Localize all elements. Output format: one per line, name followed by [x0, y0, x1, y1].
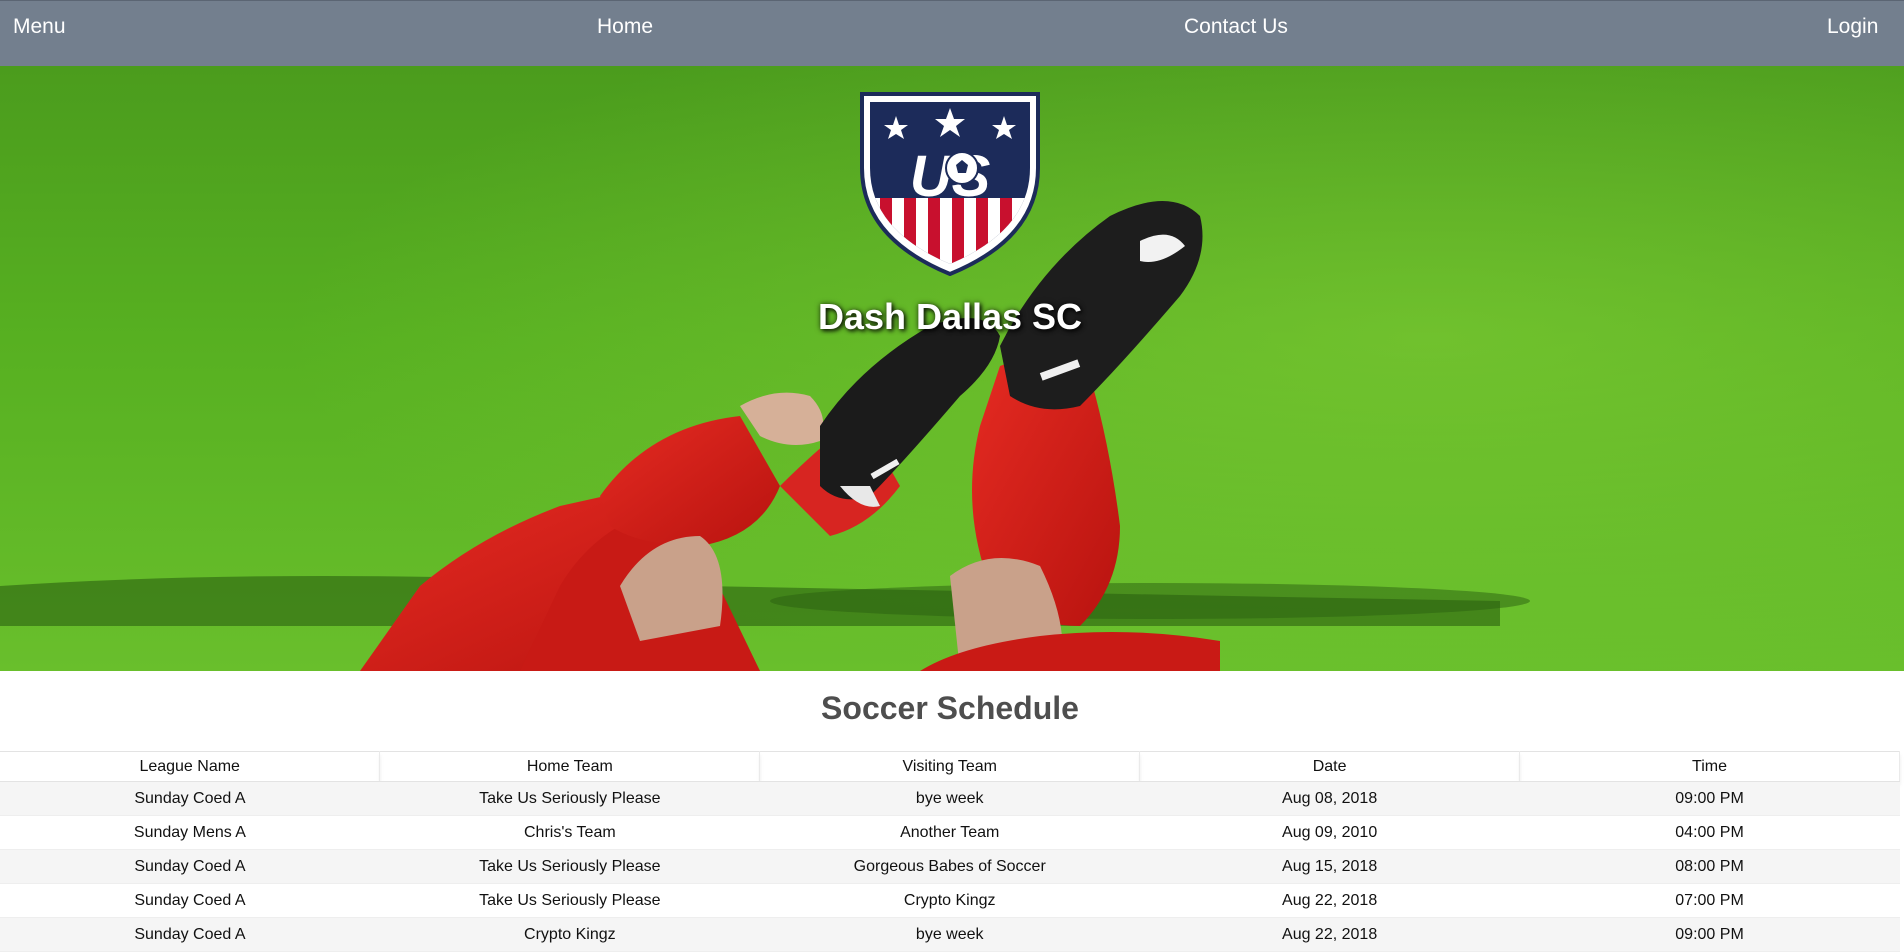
top-navbar: Menu Home Contact Us Login [0, 0, 1904, 66]
cell-visiting-team: Another Team [759, 815, 1140, 850]
cell-league: Sunday Coed A [0, 849, 380, 884]
cell-time: 09:00 PM [1519, 917, 1900, 952]
cell-date: Aug 08, 2018 [1139, 781, 1520, 816]
cell-home-team: Take Us Seriously Please [379, 781, 760, 816]
cell-date: Aug 09, 2010 [1139, 815, 1520, 850]
table-row: Sunday Coed A Take Us Seriously Please b… [0, 781, 1900, 816]
cell-home-team: Take Us Seriously Please [379, 883, 760, 918]
cell-time: 04:00 PM [1519, 815, 1900, 850]
cell-league: Sunday Mens A [0, 815, 380, 850]
schedule-title: Soccer Schedule [821, 690, 1079, 726]
table-row: Sunday Mens A Chris's Team Another Team … [0, 815, 1900, 850]
cell-league: Sunday Coed A [0, 883, 380, 918]
column-header-date: Date [1139, 751, 1521, 782]
cell-date: Aug 15, 2018 [1139, 849, 1520, 884]
cell-time: 09:00 PM [1519, 781, 1900, 816]
cell-visiting-team: bye week [759, 781, 1140, 816]
cell-home-team: Chris's Team [379, 815, 760, 850]
cell-date: Aug 22, 2018 [1139, 883, 1520, 918]
club-name-heading: Dash Dallas SC [817, 296, 1083, 337]
cell-visiting-team: bye week [759, 917, 1140, 952]
schedule-header-row: League Name Home Team Visiting Team Date… [0, 751, 1900, 782]
cell-visiting-team: Gorgeous Babes of Soccer [759, 849, 1140, 884]
hero-banner: US Dash Dallas SC [0, 66, 1904, 671]
nav-menu-link[interactable]: Menu [13, 14, 66, 40]
column-header-league: League Name [0, 751, 381, 782]
table-row: Sunday Coed A Take Us Seriously Please G… [0, 849, 1900, 884]
schedule-table: League Name Home Team Visiting Team Date… [0, 751, 1900, 952]
cell-league: Sunday Coed A [0, 781, 380, 816]
nav-login-link[interactable]: Login [1827, 14, 1878, 40]
cell-date: Aug 22, 2018 [1139, 917, 1520, 952]
cell-league: Sunday Coed A [0, 917, 380, 952]
column-header-home-team: Home Team [379, 751, 761, 782]
cell-home-team: Take Us Seriously Please [379, 849, 760, 884]
club-crest-logo: US [860, 92, 1040, 276]
nav-contact-link[interactable]: Contact Us [1184, 14, 1288, 40]
cell-visiting-team: Crypto Kingz [759, 883, 1140, 918]
cell-time: 08:00 PM [1519, 849, 1900, 884]
cell-time: 07:00 PM [1519, 883, 1900, 918]
nav-home-link[interactable]: Home [597, 14, 653, 40]
table-row: Sunday Coed A Crypto Kingz bye week Aug … [0, 917, 1900, 952]
column-header-visiting-team: Visiting Team [759, 751, 1141, 782]
table-row: Sunday Coed A Take Us Seriously Please C… [0, 883, 1900, 918]
column-header-time: Time [1519, 751, 1900, 782]
cell-home-team: Crypto Kingz [379, 917, 760, 952]
